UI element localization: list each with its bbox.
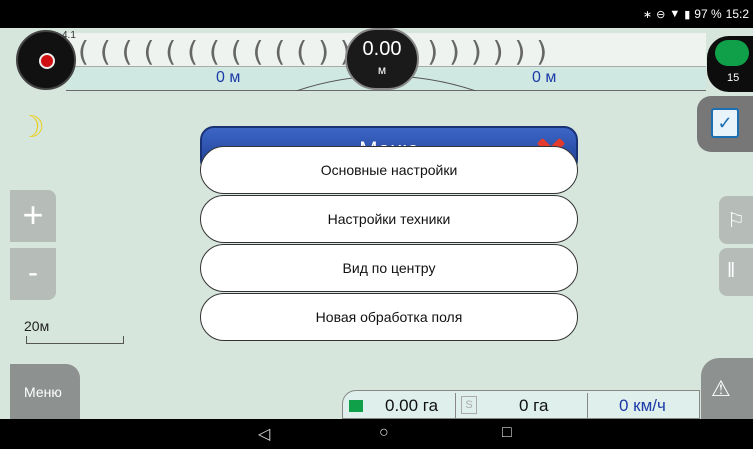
zoom-in-button[interactable]: + xyxy=(10,190,56,242)
home-button[interactable]: ○ xyxy=(379,424,389,442)
recents-button[interactable]: □ xyxy=(502,424,512,442)
field-stats-bar: 0.00 га S 0 га 0 км/ч xyxy=(342,390,700,419)
parallel-lines-icon: ‖ xyxy=(727,260,736,282)
scale-bar xyxy=(26,336,124,344)
scale-label: 20м xyxy=(24,318,50,334)
battery-icon: ▮ xyxy=(684,8,691,21)
zoom-out-button[interactable]: - xyxy=(10,248,56,300)
divider xyxy=(587,393,588,419)
menu-button[interactable]: Меню xyxy=(10,364,80,419)
back-button[interactable]: ◁ xyxy=(258,424,270,444)
lightbar-segments: ( ( ( ( ( ( ( ( ( ( ( ) ) ) ) ) ) ) ) ) … xyxy=(78,35,549,68)
satellite-count: 15 xyxy=(727,72,740,84)
flag-tool-button[interactable]: ⚐ xyxy=(719,196,753,244)
field-area-icon xyxy=(349,400,363,412)
bluetooth-icon: ∗ xyxy=(642,8,653,21)
compass-tag: 4.1 xyxy=(62,30,76,41)
clock: 15:2 xyxy=(725,7,749,21)
compass-center-dot xyxy=(39,53,55,69)
left-distance: 0 м xyxy=(216,69,241,86)
menu-item-main-settings[interactable]: Основные настройки xyxy=(200,146,578,194)
guide-lines-button[interactable]: ‖ xyxy=(719,248,753,296)
wifi-icon: ▼ xyxy=(669,8,681,20)
speed-value: 0 км/ч xyxy=(619,396,666,415)
android-nav-bar: ◁ ○ □ xyxy=(0,419,753,449)
implement-icon: ⚠ xyxy=(711,376,731,401)
clipboard-check-icon: ✓ xyxy=(711,108,739,138)
gps-status-button[interactable]: 15 xyxy=(707,36,753,92)
menu-dialog: Меню Основные настройки Настройки техник… xyxy=(200,126,578,371)
satellite-icon xyxy=(715,40,749,66)
menu-item-new-field[interactable]: Новая обработка поля xyxy=(200,293,578,341)
do-not-disturb-icon: ⊖ xyxy=(656,8,666,21)
implement-button[interactable]: ⚠ xyxy=(701,358,753,419)
worked-area-value: 0.00 га xyxy=(385,396,439,415)
flag-icon: ⚐ xyxy=(727,210,745,232)
task-button[interactable]: ✓ xyxy=(697,96,753,152)
offset-gauge: 0.00 м xyxy=(345,28,419,90)
s-area-icon: S xyxy=(461,396,477,414)
offset-value: 0.00 xyxy=(362,38,402,60)
menu-item-machine-settings[interactable]: Настройки техники xyxy=(200,195,578,243)
divider xyxy=(455,393,456,419)
field-area-value: 0 га xyxy=(519,396,549,415)
night-mode-moon-icon[interactable]: ☽ xyxy=(18,110,45,145)
status-bar: ∗ ⊖ ▼ ▮ 97 % 15:2 xyxy=(0,0,753,28)
offset-unit: м xyxy=(377,63,387,77)
menu-item-center-view[interactable]: Вид по центру xyxy=(200,244,578,292)
battery-percent: 97 % xyxy=(694,7,722,21)
right-distance: 0 м xyxy=(532,69,557,86)
